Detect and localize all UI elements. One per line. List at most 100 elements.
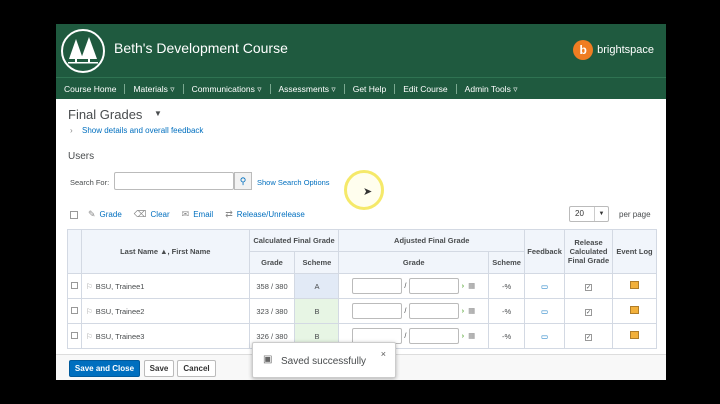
name-column-header[interactable]: Last Name ▲, First Name — [80, 229, 250, 274]
main-content: Final Grades ▼ › Show details and overal… — [56, 99, 666, 380]
saved-toast: ▣ Saved successfully × — [252, 342, 396, 378]
search-icon[interactable]: ⚲ — [234, 172, 252, 190]
calc-scheme-value: B — [294, 298, 340, 324]
event-log-icon[interactable] — [630, 331, 640, 339]
course-title[interactable]: Beth's Development Course — [114, 40, 288, 56]
adj-scheme-value: -% — [488, 273, 526, 299]
apply-arrow-icon[interactable]: › — [462, 331, 465, 340]
feedback-header: Feedback — [524, 229, 566, 274]
release-icon: ⇄ — [225, 209, 233, 219]
calc-grade-subheader: Grade — [248, 251, 296, 274]
calc-grade-value: 323 / 380 — [248, 298, 296, 324]
grade-slash: / — [404, 330, 407, 340]
row-checkbox[interactable] — [70, 306, 78, 314]
adj-max-input[interactable] — [408, 303, 459, 319]
apply-arrow-icon[interactable]: › — [462, 281, 465, 290]
mouse-cursor-icon: ➤ — [363, 186, 373, 198]
final-grades-table: Last Name ▲, First Name Calculated Final… — [67, 229, 657, 349]
calc-scheme-value: A — [294, 273, 340, 299]
show-details-link[interactable]: Show details and overall feedback — [82, 126, 203, 135]
browser-viewport: Beth's Development Course b brightspace … — [56, 24, 666, 380]
chevron-down-icon: ▿ — [167, 83, 175, 94]
flag-icon[interactable]: ⚐ — [86, 307, 93, 316]
brightspace-logo: b brightspace — [573, 40, 654, 60]
table-row: ⚐ BSU, Trainee2 323 / 380 B / › ▦ -% ▭ ✓ — [67, 298, 657, 324]
video-frame: Beth's Development Course b brightspace … — [0, 0, 720, 404]
chevron-down-icon: ▼ — [594, 207, 608, 221]
email-icon: ✉ — [181, 209, 190, 219]
nav-assessments[interactable]: Assessments ▿ — [271, 83, 345, 94]
calculated-grade-header: Calculated Final Grade — [248, 229, 340, 252]
calc-scheme-subheader: Scheme — [294, 251, 340, 274]
course-banner: Beth's Development Course b brightspace — [56, 24, 666, 77]
per-page-select[interactable]: 20 ▼ — [569, 206, 609, 222]
nav-course-home[interactable]: Course Home — [56, 83, 126, 94]
nav-materials[interactable]: Materials ▿ — [125, 83, 184, 94]
adj-scheme-subheader: Scheme — [488, 251, 526, 274]
grades-toolbar: ✎ Grade ⌫ Clear ✉ Email ⇄ Release/Unrelease — [70, 209, 317, 220]
show-search-options-link[interactable]: Show Search Options — [257, 178, 330, 187]
release-checkbox[interactable]: ✓ — [585, 308, 593, 316]
row-checkbox[interactable] — [70, 331, 78, 339]
adj-scheme-value: -% — [488, 298, 526, 324]
nav-edit-course[interactable]: Edit Course — [395, 83, 457, 94]
flag-icon[interactable]: ⚐ — [86, 282, 93, 291]
tree-logo-icon[interactable] — [61, 29, 105, 73]
table-row: ⚐ BSU, Trainee1 358 / 380 A / › ▦ -% ▭ ✓ — [67, 273, 657, 299]
adj-points-input[interactable] — [352, 278, 403, 294]
cancel-button[interactable]: Cancel — [177, 360, 216, 377]
release-checkbox[interactable]: ✓ — [585, 333, 593, 341]
release-button[interactable]: ⇄ Release/Unrelease — [225, 209, 305, 220]
user-name[interactable]: BSU, Trainee2 — [96, 307, 145, 316]
brightspace-b-icon: b — [573, 40, 594, 60]
nav-admin-tools[interactable]: Admin Tools ▿ — [457, 84, 526, 94]
calculator-icon[interactable]: ▦ — [468, 306, 475, 315]
close-icon[interactable]: × — [381, 349, 386, 359]
page-title: Final Grades — [68, 107, 143, 122]
title-menu-caret-icon[interactable]: ▼ — [154, 109, 162, 118]
clear-button[interactable]: ⌫ Clear — [134, 209, 170, 220]
release-checkbox[interactable]: ✓ — [585, 283, 593, 291]
chevron-down-icon: ▿ — [254, 83, 262, 94]
event-log-icon[interactable] — [630, 306, 640, 314]
apply-arrow-icon[interactable]: › — [462, 306, 465, 315]
chevron-right-icon: › — [70, 126, 73, 135]
search-input[interactable] — [114, 172, 234, 190]
select-column-header — [67, 229, 82, 274]
per-page-label: per page — [619, 210, 651, 219]
nav-get-help[interactable]: Get Help — [345, 83, 396, 94]
chevron-down-icon: ▿ — [329, 83, 336, 94]
adj-max-input[interactable] — [408, 328, 459, 344]
feedback-icon[interactable]: ▭ — [541, 332, 548, 341]
save-and-close-button[interactable]: Save and Close — [69, 360, 140, 377]
adjusted-grade-header: Adjusted Final Grade — [338, 229, 526, 252]
select-all-checkbox[interactable] — [70, 210, 78, 219]
grade-slash: / — [404, 280, 407, 290]
course-navbar: Course Home Materials ▿ Communications ▿… — [56, 77, 666, 99]
flag-icon[interactable]: ⚐ — [86, 332, 93, 341]
adj-points-input[interactable] — [352, 303, 403, 319]
event-log-header: Event Log — [612, 229, 657, 274]
eraser-icon: ⌫ — [133, 209, 147, 219]
grade-button[interactable]: ✎ Grade — [88, 209, 122, 220]
user-name[interactable]: BSU, Trainee1 — [96, 282, 145, 291]
release-header: Release Calculated Final Grade — [564, 229, 614, 274]
search-label: Search For: — [70, 178, 110, 187]
calc-grade-value: 358 / 380 — [248, 273, 296, 299]
grade-slash: / — [404, 305, 407, 315]
adj-grade-subheader: Grade — [338, 251, 490, 274]
adj-max-input[interactable] — [408, 278, 459, 294]
feedback-icon[interactable]: ▭ — [541, 307, 548, 316]
users-heading: Users — [68, 151, 95, 162]
save-button[interactable]: Save — [144, 360, 174, 377]
calculator-icon[interactable]: ▦ — [468, 331, 475, 340]
user-name[interactable]: BSU, Trainee3 — [96, 332, 145, 341]
email-button[interactable]: ✉ Email — [182, 209, 214, 220]
row-checkbox[interactable] — [70, 281, 78, 289]
calculator-icon[interactable]: ▦ — [468, 281, 475, 290]
event-log-icon[interactable] — [630, 281, 640, 289]
adj-scheme-value: -% — [488, 323, 526, 349]
pencil-icon: ✎ — [88, 209, 96, 219]
feedback-icon[interactable]: ▭ — [541, 282, 548, 291]
nav-communications[interactable]: Communications ▿ — [184, 83, 271, 94]
